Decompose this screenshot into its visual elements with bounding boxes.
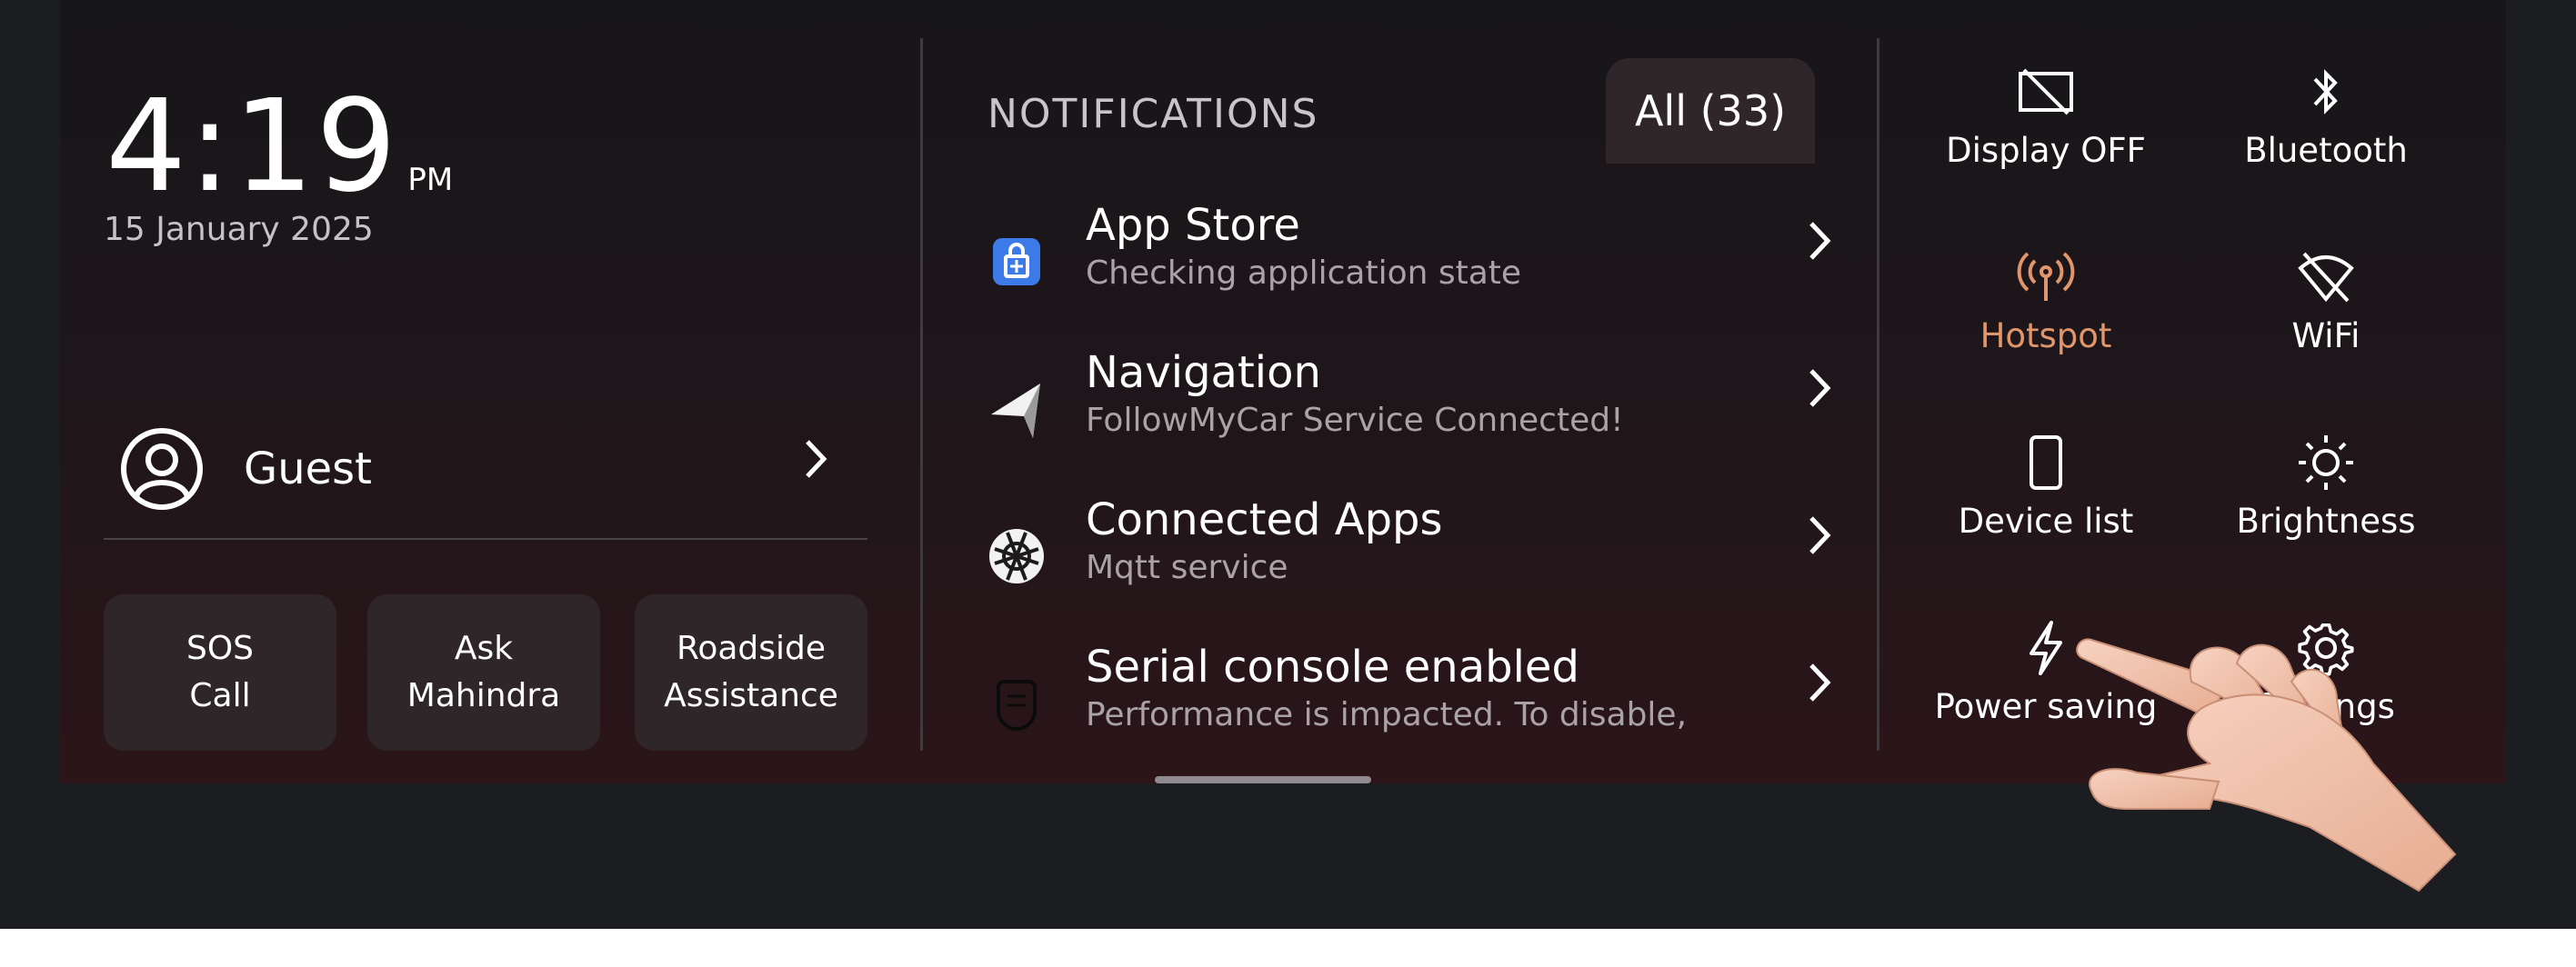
notification-subtitle: Checking application state — [1086, 254, 1522, 292]
app-store-icon — [993, 238, 1040, 285]
lightning-icon — [2030, 621, 2062, 675]
notification-navigation[interactable]: Navigation FollowMyCar Service Connected… — [987, 347, 1842, 474]
device-list-label: Device list — [1958, 502, 2134, 541]
notification-subtitle: Mqtt service — [1086, 549, 1288, 586]
notification-subtitle: Performance is impacted. To disable, — [1086, 696, 1688, 733]
connected-apps-icon — [989, 529, 1044, 583]
clock-time: 4:19 — [105, 73, 399, 221]
user-icon — [121, 428, 203, 510]
hotspot-toggle[interactable]: Hotspot — [1909, 245, 2182, 355]
notification-connected-apps[interactable]: Connected Apps Mqtt service — [987, 494, 1842, 622]
notification-title: Navigation — [1086, 347, 1321, 398]
profile-chevron-icon — [802, 436, 829, 493]
profile-name: Guest — [244, 444, 372, 494]
wifi-label: WiFi — [2291, 316, 2360, 355]
display-off-icon — [2019, 68, 2073, 115]
notification-serial-console[interactable]: Serial console enabled Performance is im… — [987, 642, 1842, 769]
notification-title: Connected Apps — [1086, 494, 1443, 545]
wifi-off-icon — [2298, 252, 2354, 303]
profile-row[interactable]: Guest — [120, 424, 893, 514]
wifi-toggle[interactable]: WiFi — [2190, 245, 2462, 355]
brightness-button[interactable]: Brightness — [2190, 431, 2462, 541]
clock: 4:19 PM — [105, 84, 453, 211]
display-off-toggle[interactable]: Display OFF — [1909, 60, 2182, 170]
notifications-filter-button[interactable]: All (33) — [1606, 58, 1815, 164]
brightness-label: Brightness — [2236, 502, 2416, 541]
chevron-right-icon — [1806, 660, 1833, 716]
home-indicator-bar[interactable] — [1155, 776, 1371, 783]
panel-divider-right — [1877, 38, 1879, 751]
notification-title: Serial console enabled — [1086, 642, 1579, 693]
chevron-right-icon — [1806, 365, 1833, 422]
chevron-right-icon — [1806, 513, 1833, 569]
notifications-title: NOTIFICATIONS — [987, 91, 1319, 137]
display-off-label: Display OFF — [1946, 131, 2146, 170]
sun-icon — [2299, 435, 2353, 490]
roadside-assistance-button[interactable]: Roadside Assistance — [635, 594, 867, 751]
hotspot-icon — [2017, 252, 2075, 301]
chevron-right-icon — [1806, 218, 1833, 274]
divider-line — [104, 538, 867, 540]
phone-icon — [2030, 435, 2062, 490]
clock-date: 15 January 2025 — [104, 211, 374, 248]
panel-divider-left — [920, 38, 923, 751]
clock-ampm: PM — [407, 162, 454, 198]
serial-console-icon — [997, 680, 1037, 731]
notification-app-store[interactable]: App Store Checking application state — [987, 200, 1842, 327]
notification-title: App Store — [1086, 200, 1300, 251]
navigation-arrow-icon — [991, 384, 1040, 438]
bluetooth-label: Bluetooth — [2244, 131, 2408, 170]
notification-subtitle: FollowMyCar Service Connected! — [1086, 402, 1624, 439]
hotspot-label: Hotspot — [1980, 316, 2112, 355]
bluetooth-icon — [2313, 69, 2338, 115]
ask-mahindra-button[interactable]: Ask Mahindra — [367, 594, 600, 751]
pointing-hand-icon — [2076, 638, 2457, 892]
bluetooth-toggle[interactable]: Bluetooth — [2190, 60, 2462, 170]
sos-call-button[interactable]: SOS Call — [104, 594, 336, 751]
device-list-button[interactable]: Device list — [1909, 431, 2182, 541]
